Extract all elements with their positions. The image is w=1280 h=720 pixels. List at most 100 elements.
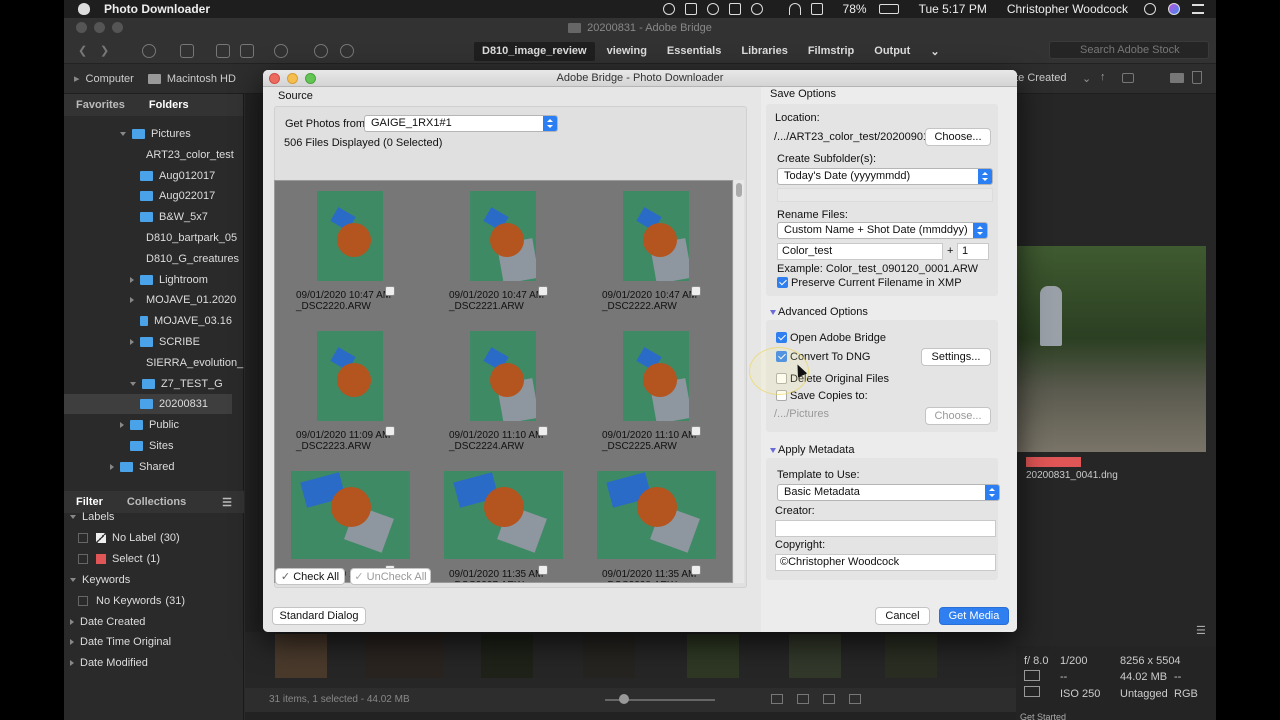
open-bridge-checkbox[interactable] xyxy=(776,332,787,343)
standard-dialog-button[interactable]: Standard Dialog xyxy=(272,607,366,625)
breadcrumb-macintosh-hd[interactable]: Macintosh HD xyxy=(147,73,236,85)
user-name[interactable]: Christopher Woodcock xyxy=(1007,2,1128,16)
thumbnail-checkbox[interactable] xyxy=(538,565,548,575)
sort-by-label[interactable]: ate Created xyxy=(1009,72,1066,84)
filmstrip-thumb[interactable] xyxy=(687,634,739,678)
clock[interactable]: Tue 5:17 PM xyxy=(919,2,987,16)
sort-direction-icon[interactable]: ↑ xyxy=(1100,71,1106,83)
sync-icon[interactable] xyxy=(274,44,288,58)
photo-thumbnail[interactable]: 09/01/2020 11:35 AM_DSC2226.ARW xyxy=(279,471,430,582)
filter-header[interactable]: Labels xyxy=(70,507,114,527)
folder-item[interactable]: SCRIBE xyxy=(64,332,232,352)
bridge-zoom-button[interactable] xyxy=(112,22,123,33)
workspace-more-chevron-icon[interactable]: ⌄ xyxy=(922,42,947,61)
preserve-filename-checkbox[interactable] xyxy=(777,277,788,288)
thumbnail-checkbox[interactable] xyxy=(691,286,701,296)
boomerang-icon[interactable] xyxy=(180,44,194,58)
folder-item[interactable]: MOJAVE_01.2020 xyxy=(64,290,236,310)
siri-icon[interactable] xyxy=(1168,3,1180,15)
folder-item[interactable]: Sites xyxy=(64,436,232,456)
folder-item[interactable]: D810_G_creatures xyxy=(64,249,239,269)
rotate-left-icon[interactable] xyxy=(314,44,328,58)
filter-item[interactable]: Select (1) xyxy=(78,549,160,569)
thumbnail-checkbox[interactable] xyxy=(538,286,548,296)
time-machine-icon[interactable] xyxy=(750,3,763,15)
wifi-icon[interactable] xyxy=(788,3,801,15)
folder-item[interactable]: Aug012017 xyxy=(64,166,232,186)
search-input[interactable]: Search Adobe Stock xyxy=(1049,41,1209,59)
folder-item[interactable]: Shared xyxy=(64,457,232,477)
copyright-field[interactable]: ©Christopher Woodcock xyxy=(775,554,996,571)
chevron-right-icon[interactable] xyxy=(70,619,74,625)
zoom-slider-handle[interactable] xyxy=(619,694,629,704)
cancel-button[interactable]: Cancel xyxy=(875,607,930,625)
photo-thumbnail[interactable]: 09/01/2020 10:47 AM _DSC2220.ARW xyxy=(279,191,430,325)
tab-folders[interactable]: Folders xyxy=(137,99,201,111)
photo-thumbnail[interactable]: 09/01/2020 10:47 AM _DSC2221.ARW xyxy=(432,191,583,325)
open-recent-icon[interactable] xyxy=(1122,73,1134,83)
bluetooth-icon[interactable] xyxy=(773,3,779,15)
camera-icon[interactable] xyxy=(216,44,230,58)
photo-thumbnail[interactable]: 09/01/2020 11:35 AM_DSC2228.ARW xyxy=(585,471,732,582)
get-started-panel-title[interactable]: Get Started xyxy=(1020,712,1066,720)
rotate-right-icon[interactable] xyxy=(340,44,354,58)
custom-name-field[interactable]: Color_test xyxy=(777,243,943,260)
folder-item[interactable]: ART23_color_test xyxy=(64,145,234,165)
grid-view-icon[interactable] xyxy=(771,694,783,704)
chevron-right-icon[interactable] xyxy=(120,422,124,429)
scrollbar-knob[interactable] xyxy=(736,183,742,197)
dialog-close-button[interactable] xyxy=(269,73,280,84)
apple-icon[interactable] xyxy=(78,3,90,15)
template-popup[interactable]: Basic Metadata xyxy=(777,484,1000,501)
chevron-right-icon[interactable] xyxy=(70,639,74,645)
chevron-down-icon[interactable] xyxy=(130,381,136,386)
refine-icon[interactable] xyxy=(240,44,254,58)
get-media-button[interactable]: Get Media xyxy=(939,607,1009,625)
bridge-close-button[interactable] xyxy=(76,22,87,33)
tab-collections[interactable]: Collections xyxy=(115,496,198,508)
filmstrip-thumb[interactable] xyxy=(275,634,327,678)
folder-item[interactable]: SIERRA_evolution_ xyxy=(64,353,243,373)
workspace-libraries[interactable]: Libraries xyxy=(733,42,795,61)
chevron-right-icon[interactable] xyxy=(110,463,114,470)
folder-item[interactable]: D810_bartpark_05 xyxy=(64,228,237,248)
bridge-minimize-button[interactable] xyxy=(94,22,105,33)
filter-checkbox[interactable] xyxy=(78,554,88,564)
uncheck-all-button[interactable]: ✓ UnCheck All xyxy=(350,568,431,585)
list-view-icon[interactable] xyxy=(823,694,835,704)
back-icon[interactable]: ❮ xyxy=(78,44,92,58)
forward-icon[interactable]: ❯ xyxy=(100,44,114,58)
notification-center-icon[interactable] xyxy=(1192,4,1204,14)
folder-item[interactable]: Public xyxy=(64,415,232,435)
chevron-right-icon[interactable] xyxy=(130,276,134,283)
filter-item[interactable]: No Label (30) xyxy=(78,528,180,548)
panel-menu-icon[interactable]: ☰ xyxy=(210,496,244,509)
get-photos-popup[interactable]: GAIGE_1RX1#1 xyxy=(364,115,558,132)
chevron-right-icon[interactable] xyxy=(130,297,134,304)
photo-thumbnail[interactable]: 09/01/2020 10:47 AM _DSC2222.ARW xyxy=(585,191,732,325)
filter-collapsed[interactable]: Date Created xyxy=(70,612,145,632)
folder-item[interactable]: Pictures xyxy=(64,124,232,144)
chevron-down-icon[interactable] xyxy=(70,515,76,519)
check-all-button[interactable]: ✓ Check All xyxy=(275,568,345,585)
folder-item[interactable]: B&W_5x7 xyxy=(64,207,232,227)
chevron-right-icon[interactable] xyxy=(70,660,74,666)
filter-checkbox[interactable] xyxy=(78,533,88,543)
dialog-zoom-button[interactable] xyxy=(305,73,316,84)
filter-collapsed[interactable]: Date Time Original xyxy=(70,632,171,652)
preserve-filename-label[interactable]: Preserve Current Filename in XMP xyxy=(791,277,962,289)
new-folder-icon[interactable] xyxy=(1170,73,1184,83)
workspace-d810-image-review[interactable]: D810_image_review xyxy=(474,42,595,61)
volume-icon[interactable] xyxy=(810,3,823,15)
creator-field[interactable] xyxy=(775,520,996,537)
filmstrip-thumb[interactable] xyxy=(583,634,635,678)
trash-icon[interactable] xyxy=(1192,71,1202,84)
filmstrip-thumb[interactable] xyxy=(789,634,841,678)
chevron-right-icon[interactable] xyxy=(130,339,134,345)
cloud-icon[interactable] xyxy=(706,3,719,15)
apply-metadata-disclosure[interactable]: Apply Metadata xyxy=(770,444,854,456)
chevron-down-icon[interactable] xyxy=(120,132,126,136)
thumbnail-checkbox[interactable] xyxy=(385,286,395,296)
breadcrumb-computer[interactable]: ▸ Computer xyxy=(74,72,134,86)
save-copies-label[interactable]: Save Copies to: xyxy=(790,390,868,402)
